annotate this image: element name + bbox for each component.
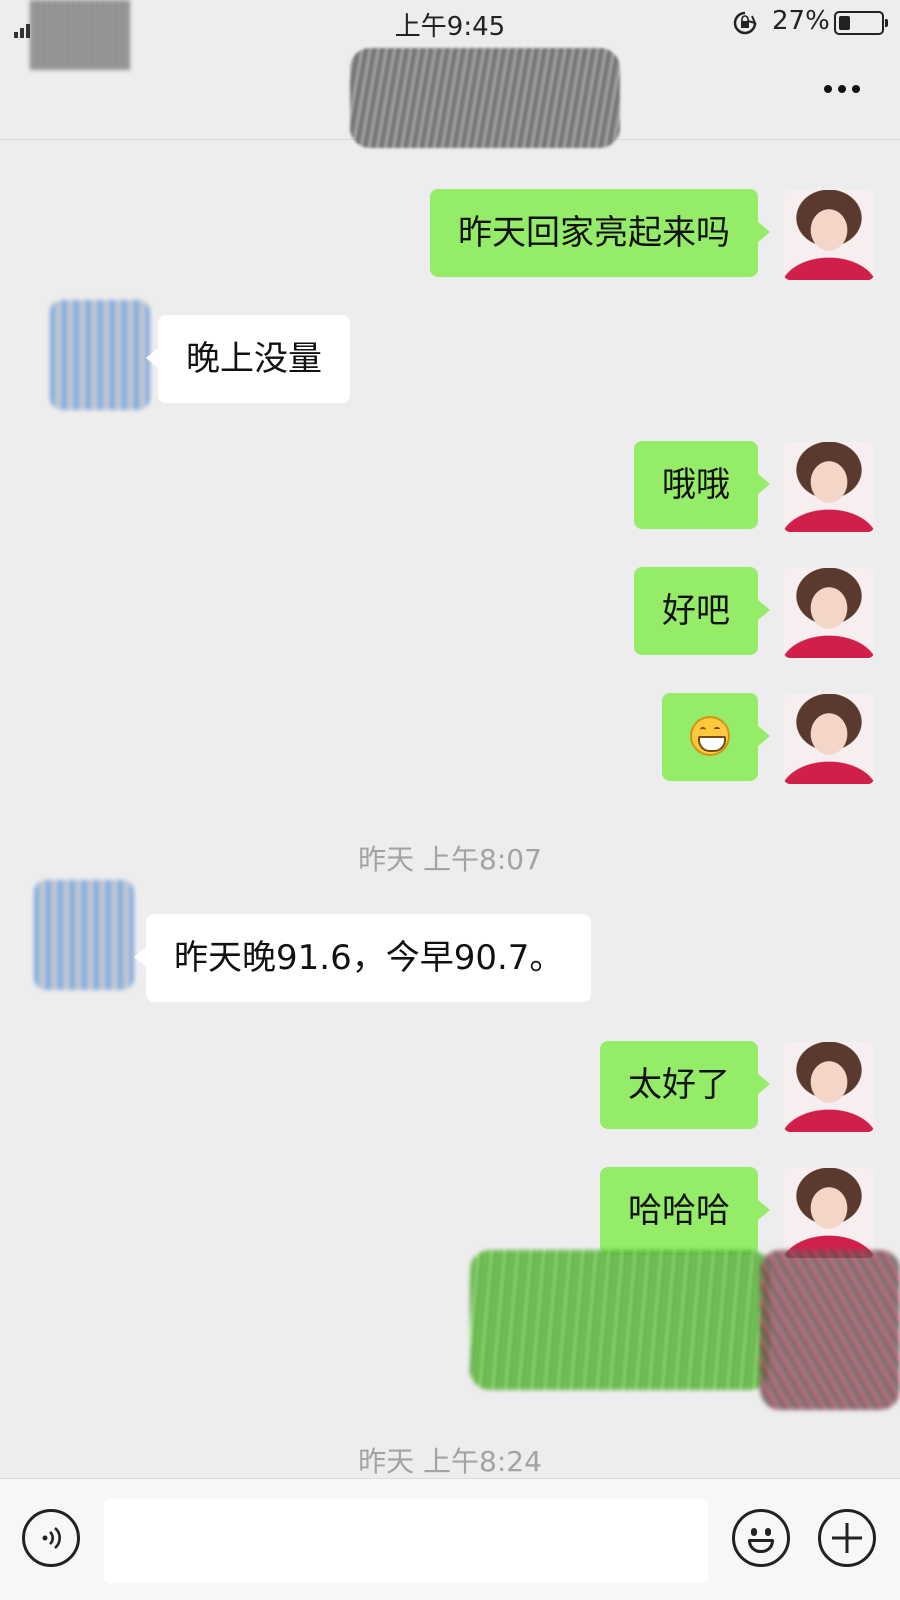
message-bubble-me[interactable]: 太好了 bbox=[600, 1041, 770, 1129]
voice-wave-icon bbox=[42, 1527, 61, 1549]
my-avatar-redacted[interactable] bbox=[760, 1250, 900, 1410]
chat-nav-bar bbox=[0, 44, 900, 148]
message-bubble-redacted[interactable] bbox=[470, 1250, 770, 1390]
voice-icon[interactable] bbox=[22, 1509, 80, 1567]
message-bubble-other[interactable]: 昨天晚91.6，今早90.7。 bbox=[133, 914, 592, 1002]
message-bubble-me[interactable]: 哈哈哈 bbox=[600, 1167, 770, 1255]
my-avatar[interactable] bbox=[784, 1168, 874, 1258]
my-avatar[interactable] bbox=[784, 694, 874, 784]
status-time: 上午9:45 bbox=[394, 12, 506, 42]
message-input[interactable] bbox=[104, 1499, 708, 1583]
my-avatar[interactable] bbox=[784, 442, 874, 532]
message-timestamp: 昨天 上午8:24 bbox=[358, 1445, 542, 1478]
chat-title-redacted bbox=[350, 48, 620, 148]
message-timestamp: 昨天 上午8:07 bbox=[358, 843, 542, 876]
message-bubble-me[interactable]: 好吧 bbox=[634, 567, 770, 655]
message-bubble-other[interactable]: 晚上没量 bbox=[146, 315, 350, 403]
emoji-eye-icon bbox=[765, 1528, 771, 1536]
more-options-button[interactable] bbox=[812, 64, 872, 114]
rotation-lock-icon bbox=[733, 11, 757, 35]
grinning-face-icon bbox=[690, 715, 730, 756]
battery-fill bbox=[839, 16, 850, 30]
battery-percent: 27% bbox=[772, 6, 830, 36]
status-bar: 上午9:45 27% bbox=[0, 0, 900, 70]
battery-icon bbox=[834, 11, 888, 35]
my-avatar[interactable] bbox=[784, 1042, 874, 1132]
emoji-mouth-icon bbox=[748, 1539, 774, 1553]
message-bubble-me[interactable]: 哦哦 bbox=[634, 441, 770, 529]
more-dot-icon bbox=[838, 85, 846, 93]
contact-avatar[interactable] bbox=[34, 880, 134, 990]
emoji-eye-icon bbox=[751, 1528, 757, 1536]
input-bar bbox=[0, 1478, 900, 1600]
more-dot-icon bbox=[824, 85, 832, 93]
message-bubble-me[interactable] bbox=[662, 693, 770, 781]
contact-avatar[interactable] bbox=[50, 300, 150, 410]
my-avatar[interactable] bbox=[784, 190, 874, 280]
more-dot-icon bbox=[852, 85, 860, 93]
emoji-icon[interactable] bbox=[732, 1509, 790, 1567]
message-bubble-me[interactable]: 昨天回家亮起来吗 bbox=[430, 189, 770, 277]
my-avatar[interactable] bbox=[784, 568, 874, 658]
plus-icon[interactable] bbox=[818, 1509, 876, 1567]
